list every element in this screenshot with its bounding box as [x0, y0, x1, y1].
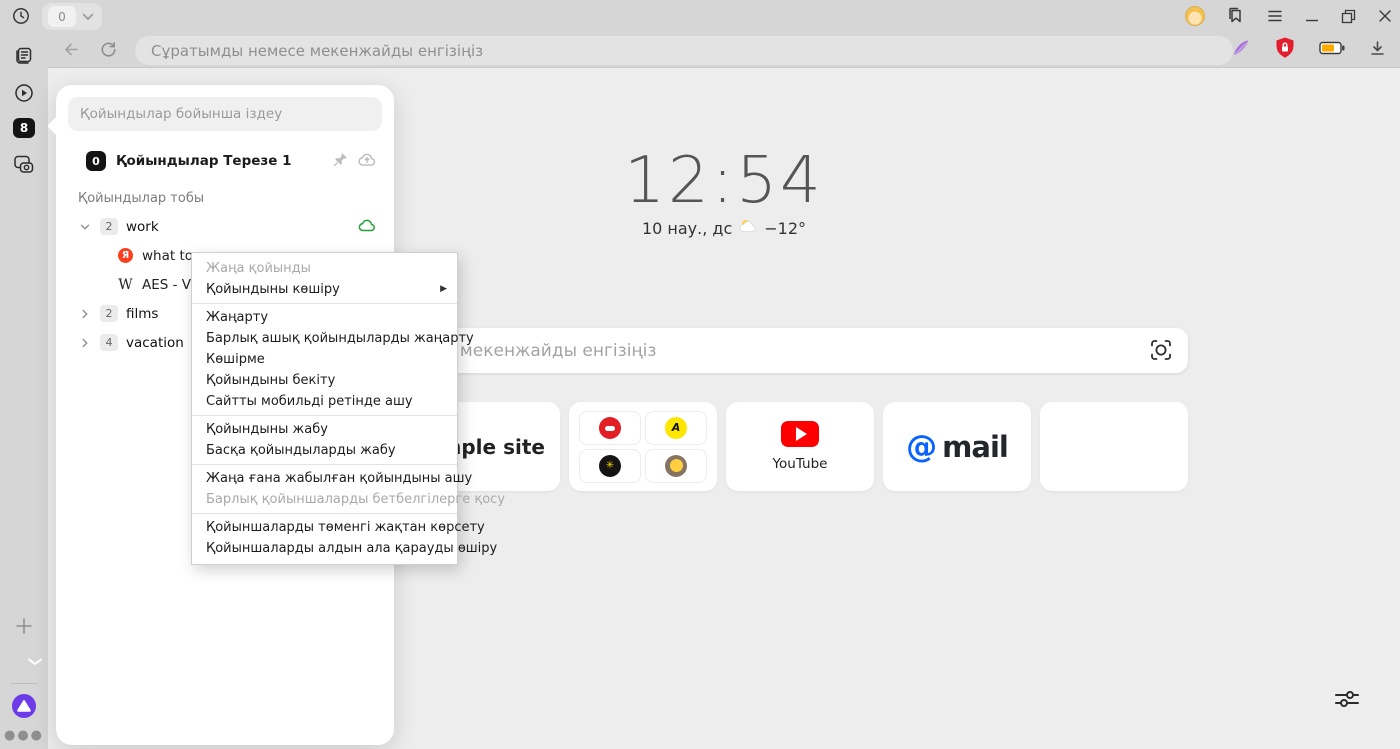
groups-heading: Қойындылар тобы [78, 191, 394, 206]
restore-button[interactable] [1341, 9, 1356, 24]
mini-tile-gray-blob[interactable] [645, 449, 707, 483]
background-settings-sliders-icon[interactable] [1334, 688, 1360, 714]
tile-group[interactable]: A ✳ [569, 402, 717, 491]
sidebar-more-icon[interactable]: ●●● [4, 728, 44, 743]
back-icon[interactable] [63, 41, 80, 62]
cloud-sync-icon[interactable] [358, 218, 376, 236]
bookmarks-icon[interactable] [1227, 7, 1245, 25]
mail-at-icon: @ [906, 429, 937, 465]
add-panel-plus-icon[interactable] [15, 617, 33, 639]
menu-separator [192, 415, 457, 416]
group-count-badge: 2 [100, 305, 118, 322]
play-media-icon[interactable] [14, 83, 34, 107]
mini-tile-yellow-a[interactable]: A [645, 411, 707, 445]
chevron-down-icon[interactable] [82, 13, 94, 21]
menu-item-pin-tab[interactable]: Қойындыны бекіту [192, 370, 457, 391]
menu-item-move-tab[interactable]: Қойындыны көшіру▶ [192, 279, 457, 300]
group-label: vacation [126, 335, 184, 351]
profile-avatar[interactable] [1185, 6, 1205, 26]
submenu-arrow-icon: ▶ [440, 279, 447, 300]
tile-youtube-label: YouTube [773, 456, 828, 472]
browser-tab[interactable]: 0 [42, 3, 102, 30]
chevron-right-icon[interactable] [78, 336, 92, 350]
menu-separator [192, 303, 457, 304]
history-clock-icon[interactable] [12, 7, 30, 25]
image-search-lens-icon[interactable] [1150, 339, 1172, 365]
group-row-work[interactable]: 2 work [56, 212, 394, 241]
menu-separator [192, 464, 457, 465]
mailru-logo: @ mail [906, 429, 1008, 465]
alice-assistant-icon[interactable] [12, 694, 36, 718]
protect-shield-icon[interactable] [1275, 37, 1295, 63]
menu-item-open-as-mobile[interactable]: Сайтты мобильді ретінде ашу [192, 391, 457, 412]
tile-mail[interactable]: @ mail [883, 402, 1031, 491]
sidebar: 8 ●●● [0, 32, 48, 749]
menu-item-reload-all[interactable]: Барлық ашық қойындыларды жаңарту [192, 328, 457, 349]
window-tab-count-badge: 0 [86, 151, 106, 171]
group-label: work [126, 219, 159, 235]
downloads-icon[interactable] [1369, 40, 1386, 61]
group-count-badge: 2 [100, 218, 118, 235]
battery-icon[interactable] [1319, 40, 1345, 60]
weather-date: 10 нау., дс [642, 219, 732, 238]
window-label: Қойындылар Терезе 1 [116, 153, 291, 169]
partly-cloudy-icon [738, 218, 758, 238]
refresh-icon[interactable] [100, 41, 117, 62]
menu-item-show-tabs-bottom[interactable]: Қойыншаларды төменгі жақтан көрсету [192, 517, 457, 538]
tab-context-menu: Жаңа қойынды Қойындыны көшіру▶ Жаңарту Б… [191, 252, 458, 565]
yandex-favicon: Я [118, 248, 133, 263]
group-label: films [126, 306, 158, 322]
mini-tile-black-burst[interactable]: ✳ [579, 449, 641, 483]
menu-item-bookmark-all-tabs: Барлық қойыншаларды бетбелгілерге қосу [192, 489, 457, 510]
menu-item-new-tab: Жаңа қойынды [192, 258, 457, 279]
sidebar-divider [11, 683, 37, 684]
panel-search-input[interactable] [68, 97, 382, 131]
screenshot-camera-icon[interactable] [14, 155, 35, 178]
window-row[interactable]: 0 Қойындылар Терезе 1 [86, 149, 376, 173]
pin-icon[interactable] [333, 152, 348, 171]
open-tabs-count-badge[interactable]: 8 [13, 118, 35, 138]
menu-item-close-tab[interactable]: Қойындыны жабу [192, 419, 457, 440]
group-count-badge: 4 [100, 334, 118, 351]
cloud-upload-icon[interactable] [358, 152, 376, 171]
menu-item-reload[interactable]: Жаңарту [192, 307, 457, 328]
youtube-logo-icon [781, 421, 819, 447]
mini-tile-red[interactable] [579, 411, 641, 445]
tab-favicon-badge: 0 [48, 6, 76, 27]
menu-item-reopen-closed-tab[interactable]: Жаңа ғана жабылған қойындыны ашу [192, 468, 457, 489]
menu-item-disable-tab-preview[interactable]: Қойыншаларды алдын ала қарауды өшіру [192, 538, 457, 559]
close-button[interactable] [1378, 9, 1392, 23]
toolbar [0, 32, 1400, 68]
minimize-button[interactable] [1305, 9, 1319, 23]
menu-item-duplicate[interactable]: Көшірме [192, 349, 457, 370]
tabs-panel-icon[interactable] [14, 47, 34, 69]
menu-separator [192, 513, 457, 514]
notes-feather-icon[interactable] [1231, 38, 1251, 62]
weather-temp: −12° [764, 219, 806, 238]
wikipedia-favicon: W [118, 277, 133, 293]
chevron-down-icon[interactable] [78, 220, 92, 234]
chevron-right-icon[interactable] [78, 307, 92, 321]
address-bar[interactable] [135, 36, 1233, 65]
menu-hamburger-icon[interactable] [1267, 9, 1283, 23]
tile-empty[interactable] [1040, 402, 1188, 491]
tile-youtube[interactable]: YouTube [726, 402, 874, 491]
menu-item-close-other-tabs[interactable]: Басқа қойындыларды жабу [192, 440, 457, 461]
tab-strip: 0 [0, 0, 1400, 32]
